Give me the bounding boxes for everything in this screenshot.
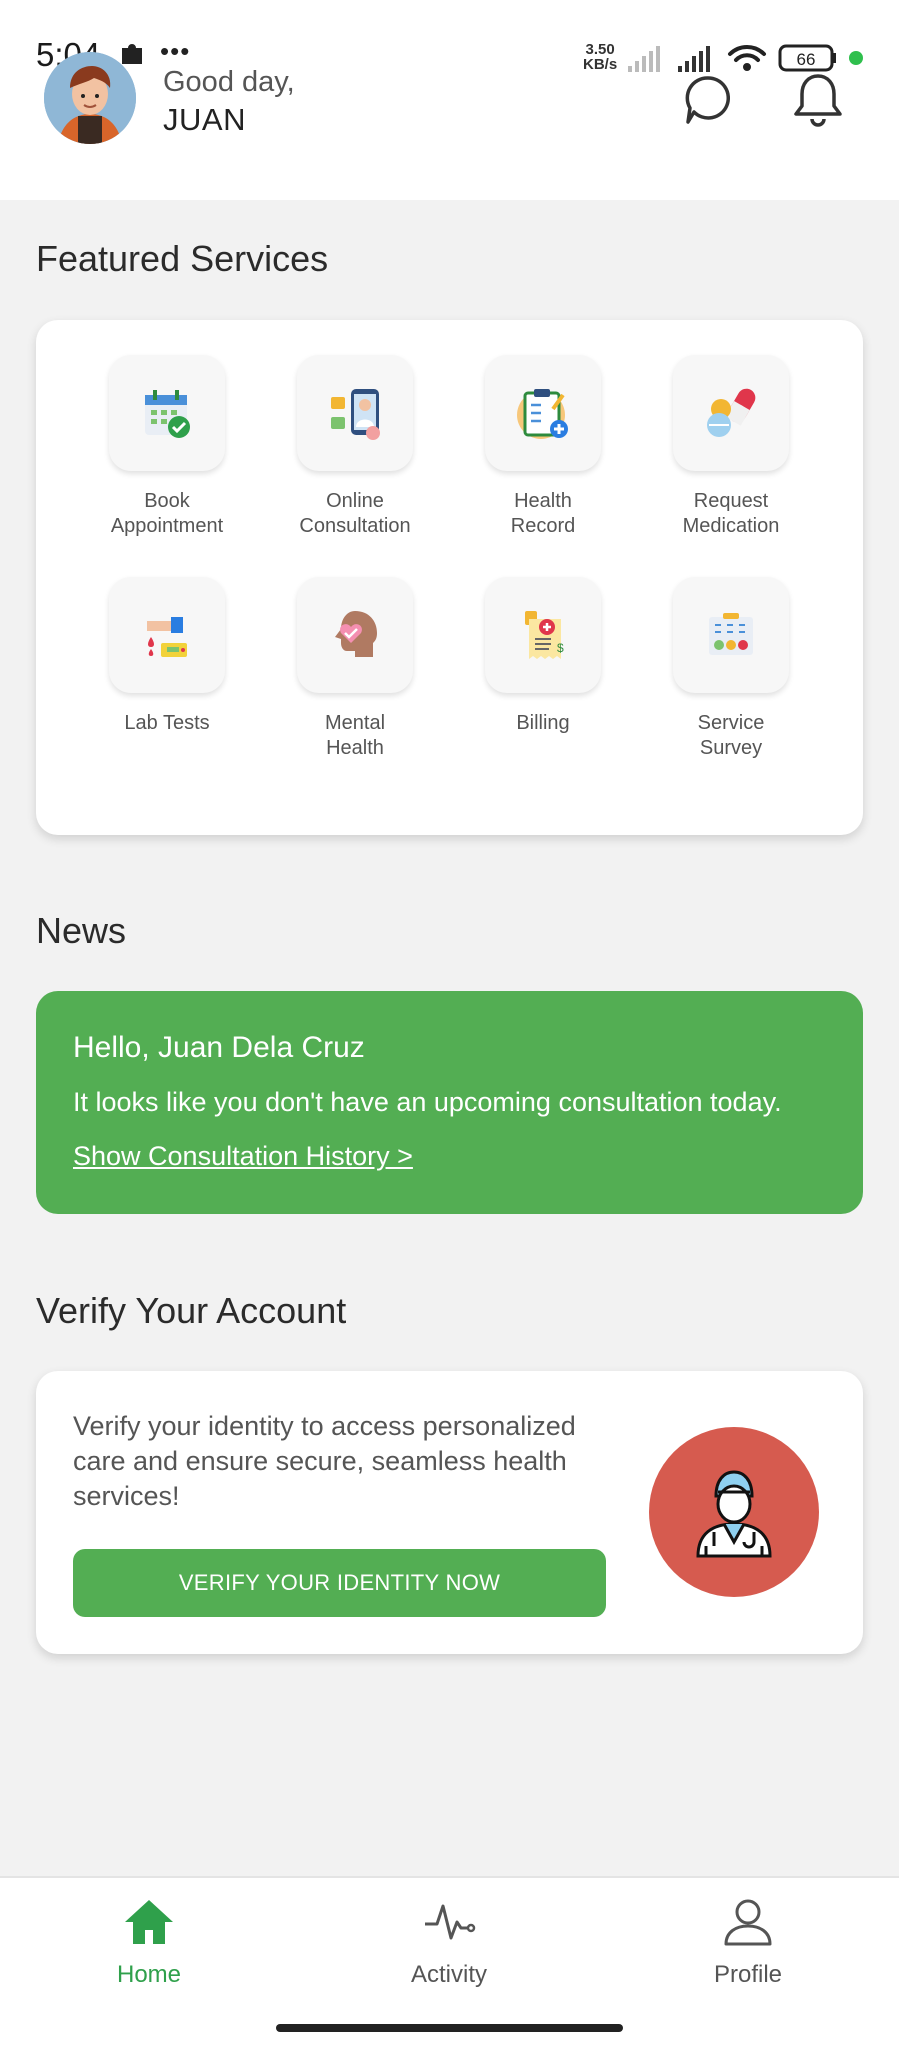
status-dot-icon: [849, 51, 863, 65]
nav-label: Profile: [713, 1961, 783, 1988]
news-body: It looks like you don't have an upcoming…: [73, 1087, 782, 1117]
signal-icon: [628, 46, 660, 72]
service-survey[interactable]: Service Survey: [637, 577, 825, 761]
verify-identity-button[interactable]: VERIFY YOUR IDENTITY NOW: [73, 1549, 606, 1617]
nav-home[interactable]: Home: [59, 1896, 239, 1989]
status-icons: 66: [628, 44, 863, 72]
news-title: News: [36, 910, 127, 951]
service-label: Service Survey: [697, 712, 765, 759]
home-icon: [125, 1900, 173, 1944]
chat-icon[interactable]: [682, 72, 734, 128]
net-speed-value: 3.50: [585, 41, 615, 58]
signal-icon: [678, 46, 710, 72]
verify-card: Verify your identity to access personali…: [36, 1371, 863, 1654]
service-request-medication[interactable]: Request Medication: [637, 355, 825, 539]
wifi-icon: [728, 44, 766, 71]
pulse-icon: [425, 1904, 476, 1940]
service-label: Book Appointment: [110, 490, 224, 537]
service-label: Request Medication: [682, 490, 780, 537]
service-mental-health[interactable]: Mental Health: [261, 577, 449, 761]
news-card: Hello, Juan Dela Cruz It looks like you …: [36, 991, 863, 1214]
service-label: Lab Tests: [124, 712, 210, 734]
featured-services-title: Featured Services: [36, 238, 329, 279]
service-label: Online Consultation: [299, 490, 411, 537]
battery-level: 66: [797, 50, 816, 69]
user-name: JUAN: [163, 102, 246, 137]
bell-icon[interactable]: [792, 72, 844, 128]
verify-description: Verify your identity to access personali…: [73, 1411, 576, 1511]
doctor-icon: [649, 1427, 819, 1597]
verify-title: Verify Your Account: [36, 1290, 347, 1331]
nav-label: Home: [116, 1961, 182, 1988]
nav-label: Activity: [410, 1961, 487, 1988]
blood-test-icon: [147, 617, 187, 657]
person-icon: [724, 1899, 772, 1946]
status-more: •••: [160, 36, 191, 66]
brain-heart-icon: [335, 611, 377, 657]
notification-puzzle-icon: [118, 40, 146, 68]
net-speed-unit: KB/s: [583, 56, 618, 73]
home-indicator[interactable]: [276, 2024, 623, 2032]
bottom-navigation: Home Activity Profile: [0, 1876, 899, 2048]
calendar-check-icon: [145, 390, 190, 438]
battery-icon: 66: [778, 44, 836, 72]
featured-services-card: Book Appointment Online Consultation Hea…: [36, 320, 863, 835]
nav-activity[interactable]: Activity: [359, 1896, 539, 1989]
service-label: Mental Health: [324, 712, 386, 759]
service-health-record[interactable]: Health Record: [449, 355, 637, 539]
invoice-icon: $: [525, 611, 564, 659]
pills-icon: [707, 388, 756, 437]
service-online-consultation[interactable]: Online Consultation: [261, 355, 449, 539]
header: 5:04 ••• 3.50 KB/s 66 Good day, JUAN: [0, 0, 899, 200]
status-bar: 5:04 ••• 3.50 KB/s 66: [0, 0, 899, 73]
consultation-history-link[interactable]: Show Consultation History >: [73, 1141, 413, 1172]
video-doctor-icon: [331, 389, 380, 440]
service-book-appointment[interactable]: Book Appointment: [73, 355, 261, 539]
clipboard-icon: [517, 389, 568, 439]
news-heading: Hello, Juan Dela Cruz: [73, 1031, 365, 1064]
nav-profile[interactable]: Profile: [658, 1896, 838, 1989]
avatar[interactable]: [44, 52, 136, 144]
service-billing[interactable]: $ Billing: [449, 577, 637, 736]
service-label: Health Record: [510, 490, 576, 537]
survey-icon: [709, 613, 753, 655]
service-lab-tests[interactable]: Lab Tests: [73, 577, 261, 736]
svg-text:$: $: [557, 641, 564, 655]
service-label: Billing: [516, 712, 570, 734]
greeting: Good day,: [163, 66, 295, 98]
net-speed: 3.50 KB/s: [583, 42, 617, 72]
